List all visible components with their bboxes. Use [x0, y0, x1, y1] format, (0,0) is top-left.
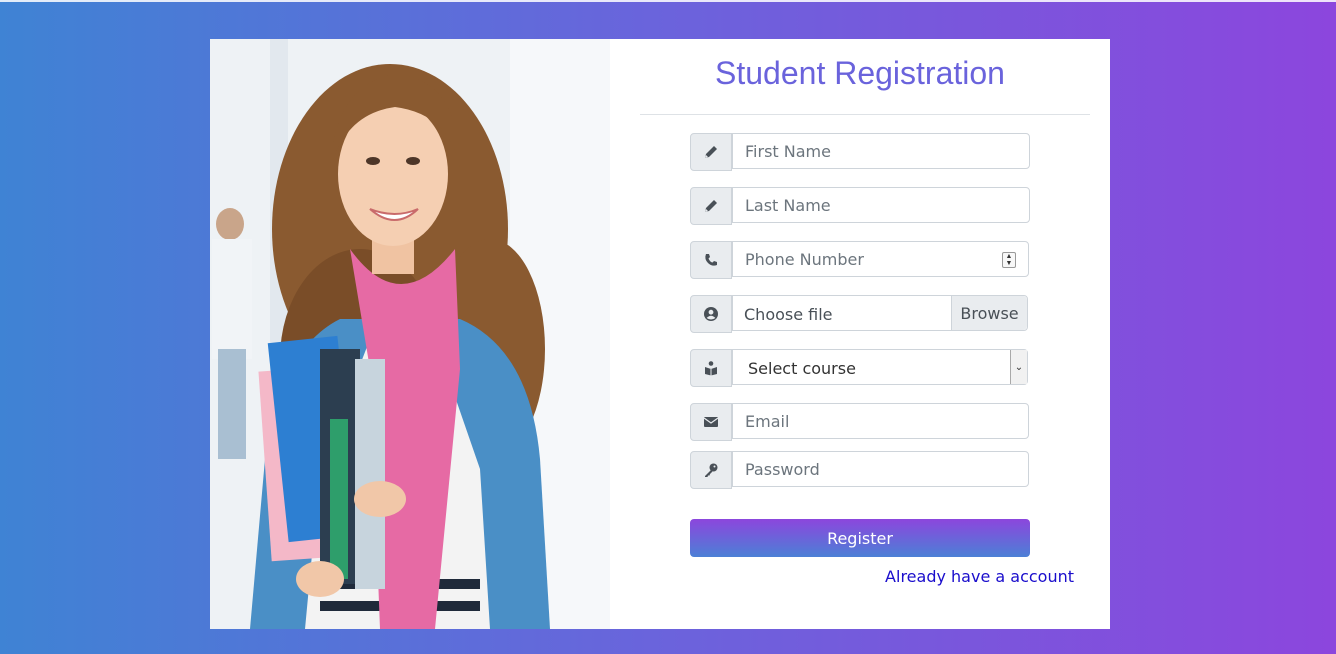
login-link[interactable]: Already have a account	[885, 567, 1074, 586]
chevron-down-icon[interactable]: ⌄	[1010, 350, 1027, 384]
password-field[interactable]	[732, 451, 1029, 487]
email-group	[690, 403, 1030, 441]
title-divider	[640, 114, 1090, 115]
last-name-field[interactable]	[732, 187, 1030, 223]
top-border	[0, 0, 1336, 2]
user-circle-icon	[690, 295, 732, 333]
last-name-group	[690, 187, 1030, 225]
browse-button[interactable]: Browse	[951, 296, 1027, 330]
page-title: Student Registration	[715, 55, 1005, 91]
course-select-value: Select course	[748, 359, 856, 378]
phone-icon	[690, 241, 732, 279]
first-name-group	[690, 133, 1030, 171]
file-input-label: Choose file	[744, 305, 833, 324]
email-field[interactable]	[732, 403, 1029, 439]
registration-card: Student Registration ▲▼	[210, 39, 1110, 629]
number-spinner[interactable]: ▲ ▼	[1002, 252, 1016, 268]
course-group: Select course ⌄	[690, 349, 1030, 387]
first-name-field[interactable]	[732, 133, 1030, 169]
course-select[interactable]: Select course ⌄	[732, 349, 1028, 385]
envelope-icon	[690, 403, 732, 441]
pencil-icon	[690, 133, 732, 171]
file-input[interactable]: Choose file Browse	[732, 295, 1028, 331]
key-icon	[690, 451, 732, 489]
registration-form: Student Registration ▲▼	[610, 39, 1110, 629]
password-group	[690, 451, 1030, 489]
pencil-icon	[690, 187, 732, 225]
reader-icon	[690, 349, 732, 387]
phone-group: ▲▼	[690, 241, 1030, 279]
student-illustration	[210, 39, 610, 629]
file-group: Choose file Browse	[690, 295, 1030, 333]
register-button[interactable]: Register	[690, 519, 1030, 557]
phone-number-field[interactable]	[732, 241, 1029, 277]
student-photo	[210, 39, 610, 629]
